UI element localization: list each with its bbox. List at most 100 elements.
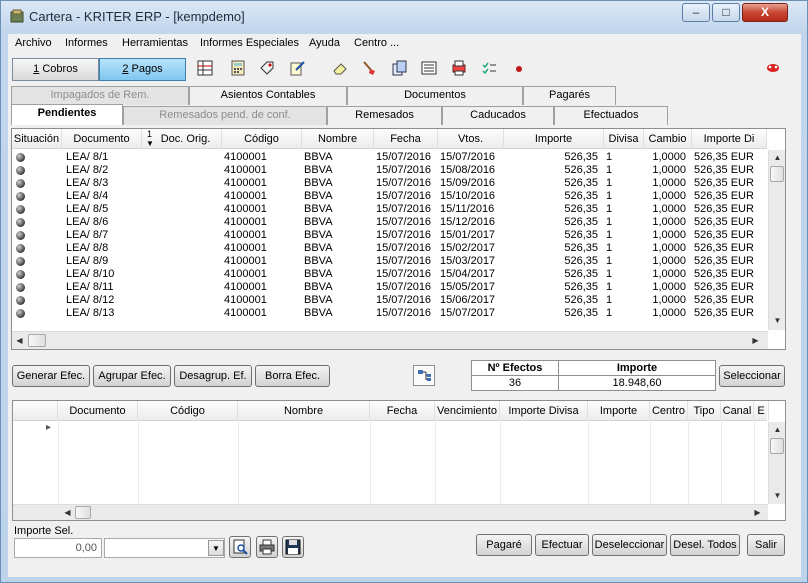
column-header[interactable]: Importe xyxy=(504,129,604,149)
menu-informes[interactable]: Informes xyxy=(65,37,108,49)
pending-effects-grid[interactable]: Situación Documento Doc. Orig. 1 ▼ Código Nomb… xyxy=(11,128,786,350)
tab-documentos[interactable]: Documentos xyxy=(347,86,523,105)
pending-effects-vscroll[interactable]: ▲ ▼ xyxy=(768,150,785,330)
brush-icon[interactable] xyxy=(360,59,378,77)
minimize-button[interactable]: – xyxy=(682,3,710,22)
column-header[interactable]: Cambio xyxy=(644,129,692,149)
salir-button[interactable]: Salir xyxy=(747,534,785,556)
tab-efectuados[interactable]: Efectuados xyxy=(554,106,668,125)
table-row[interactable]: LEA/ 8/8 4100001 BBVA 15/07/2016 15/02/2017 5… xyxy=(12,242,767,255)
agrupar-efec-button[interactable]: Agrupar Efec. xyxy=(93,365,171,387)
filter-combo[interactable]: ▼ xyxy=(104,538,225,558)
edit-note-icon[interactable] xyxy=(288,59,306,77)
table-row[interactable]: LEA/ 8/2 4100001 BBVA 15/07/2016 15/08/2016 5… xyxy=(12,164,767,177)
borra-efec-button[interactable]: Borra Efec. xyxy=(255,365,330,387)
scroll-right-icon[interactable]: ▶ xyxy=(750,505,765,520)
table-row[interactable]: LEA/ 8/4 4100001 BBVA 15/07/2016 15/10/2016 5… xyxy=(12,190,767,203)
column-header[interactable]: Documento xyxy=(58,401,138,421)
column-header[interactable]: Centro xyxy=(650,401,688,421)
title-bar[interactable]: Cartera - KRITER ERP - [kempdemo] – □ X xyxy=(1,1,807,33)
column-header[interactable]: Nombre xyxy=(302,129,374,149)
column-header[interactable]: Tipo xyxy=(688,401,721,421)
table-row[interactable]: LEA/ 8/1 4100001 BBVA 15/07/2016 15/07/2016 5… xyxy=(12,151,767,164)
deseleccionar-button[interactable]: Deseleccionar xyxy=(592,534,667,556)
column-header[interactable]: Vencimiento xyxy=(435,401,500,421)
tab-caducados[interactable]: Caducados xyxy=(442,106,554,125)
print-button[interactable] xyxy=(256,536,278,558)
column-header[interactable]: Fecha xyxy=(374,129,438,149)
table-row[interactable]: LEA/ 8/10 4100001 BBVA 15/07/2016 15/04/2017… xyxy=(12,268,767,281)
preview-button[interactable] xyxy=(229,536,251,558)
menu-archivo[interactable]: Archivo xyxy=(15,37,52,49)
column-header[interactable]: Documento xyxy=(62,129,142,149)
tab-impagados-rem[interactable]: Impagados de Rem. xyxy=(11,86,189,105)
scroll-thumb[interactable] xyxy=(770,438,784,454)
close-button[interactable]: X xyxy=(742,3,788,22)
column-header[interactable]: Importe Di xyxy=(692,129,767,149)
column-header[interactable]: Importe Divisa xyxy=(500,401,588,421)
scroll-up-icon[interactable]: ▲ xyxy=(770,150,785,165)
table-row[interactable]: LEA/ 8/5 4100001 BBVA 15/07/2016 15/11/2016 5… xyxy=(12,203,767,216)
menu-herramientas[interactable]: Herramientas xyxy=(122,37,188,49)
tree-view-icon[interactable] xyxy=(413,365,435,386)
hscroll-thumb[interactable] xyxy=(28,334,46,347)
column-header[interactable]: Doc. Orig. xyxy=(142,129,222,149)
menu-centro[interactable]: Centro ... xyxy=(354,37,399,49)
selected-effects-vscroll[interactable]: ▲ ▼ xyxy=(768,422,785,504)
table-row[interactable]: LEA/ 8/13 4100001 BBVA 15/07/2016 15/07/2017… xyxy=(12,307,767,320)
tab-remesados[interactable]: Remesados xyxy=(327,106,442,125)
scroll-up-icon[interactable]: ▲ xyxy=(770,422,785,437)
cards-icon[interactable] xyxy=(390,59,408,77)
checklist-icon[interactable] xyxy=(480,59,498,77)
column-header[interactable]: Código xyxy=(138,401,238,421)
scroll-left-icon[interactable]: ◀ xyxy=(60,505,75,520)
scroll-left-icon[interactable]: ◀ xyxy=(12,333,27,348)
save-button[interactable] xyxy=(282,536,304,558)
column-header[interactable]: Importe xyxy=(588,401,650,421)
pagos-mode-button[interactable]: 2 Pagos xyxy=(99,58,186,81)
printer-stack-icon[interactable] xyxy=(450,59,468,77)
eraser-icon[interactable] xyxy=(331,59,349,77)
scroll-down-icon[interactable]: ▼ xyxy=(770,488,785,503)
tab-pagares[interactable]: Pagarés xyxy=(523,86,616,105)
table-row[interactable]: LEA/ 8/7 4100001 BBVA 15/07/2016 15/01/2017 5… xyxy=(12,229,767,242)
column-header[interactable]: E xyxy=(754,401,769,421)
menu-ayuda[interactable]: Ayuda xyxy=(309,37,340,49)
cobros-mode-button[interactable]: 1 Cobros xyxy=(12,58,99,81)
tab-remesados-pend-conf[interactable]: Remesados pend. de conf. xyxy=(123,106,327,125)
selected-effects-grid[interactable]: Documento Código Nombre Fecha Vencimiento Imp… xyxy=(12,400,786,521)
desel-todos-button[interactable]: Desel. Todos xyxy=(670,534,740,556)
tab-pendientes[interactable]: Pendientes xyxy=(11,104,123,125)
selected-effects-hscroll[interactable]: ◀ ▶ xyxy=(13,504,768,520)
table-row[interactable]: LEA/ 8/11 4100001 BBVA 15/07/2016 15/05/2017… xyxy=(12,281,767,294)
generar-efec-button[interactable]: Generar Efec. xyxy=(12,365,90,387)
column-header[interactable]: Divisa xyxy=(604,129,644,149)
scroll-right-icon[interactable]: ▶ xyxy=(748,333,763,348)
table-row[interactable]: LEA/ 8/3 4100001 BBVA 15/07/2016 15/09/2016 5… xyxy=(12,177,767,190)
column-header[interactable]: Código xyxy=(222,129,302,149)
scroll-down-icon[interactable]: ▼ xyxy=(770,313,785,328)
desagrup-ef-button[interactable]: Desagrup. Ef. xyxy=(174,365,252,387)
red-dot-icon[interactable] xyxy=(510,59,528,77)
menu-informes-especiales[interactable]: Informes Especiales xyxy=(200,37,299,49)
column-header[interactable]: Canal xyxy=(721,401,754,421)
column-header[interactable]: Vtos. xyxy=(438,129,504,149)
hscroll-thumb[interactable] xyxy=(75,506,91,519)
table-row[interactable]: LEA/ 8/6 4100001 BBVA 15/07/2016 15/12/2016 5… xyxy=(12,216,767,229)
column-header[interactable]: Fecha xyxy=(370,401,435,421)
tag-icon[interactable] xyxy=(258,59,276,77)
seleccionar-button[interactable]: Seleccionar xyxy=(719,365,785,387)
grid-report-icon[interactable] xyxy=(196,59,214,77)
column-header[interactable]: Situación xyxy=(12,129,62,149)
efectuar-button[interactable]: Efectuar xyxy=(535,534,589,556)
scroll-thumb[interactable] xyxy=(770,166,784,182)
pagare-button[interactable]: Pagaré xyxy=(476,534,532,556)
list-icon[interactable] xyxy=(420,59,438,77)
table-row[interactable]: LEA/ 8/12 4100001 BBVA 15/07/2016 15/06/2017… xyxy=(12,294,767,307)
chevron-down-icon[interactable]: ▼ xyxy=(208,540,224,556)
maximize-button[interactable]: □ xyxy=(712,3,740,22)
table-row[interactable]: LEA/ 8/9 4100001 BBVA 15/07/2016 15/03/2017 5… xyxy=(12,255,767,268)
tab-asientos-contables[interactable]: Asientos Contables xyxy=(189,86,347,105)
calculator-icon[interactable] xyxy=(229,59,247,77)
importe-sel-field[interactable]: 0,00 xyxy=(14,538,102,558)
